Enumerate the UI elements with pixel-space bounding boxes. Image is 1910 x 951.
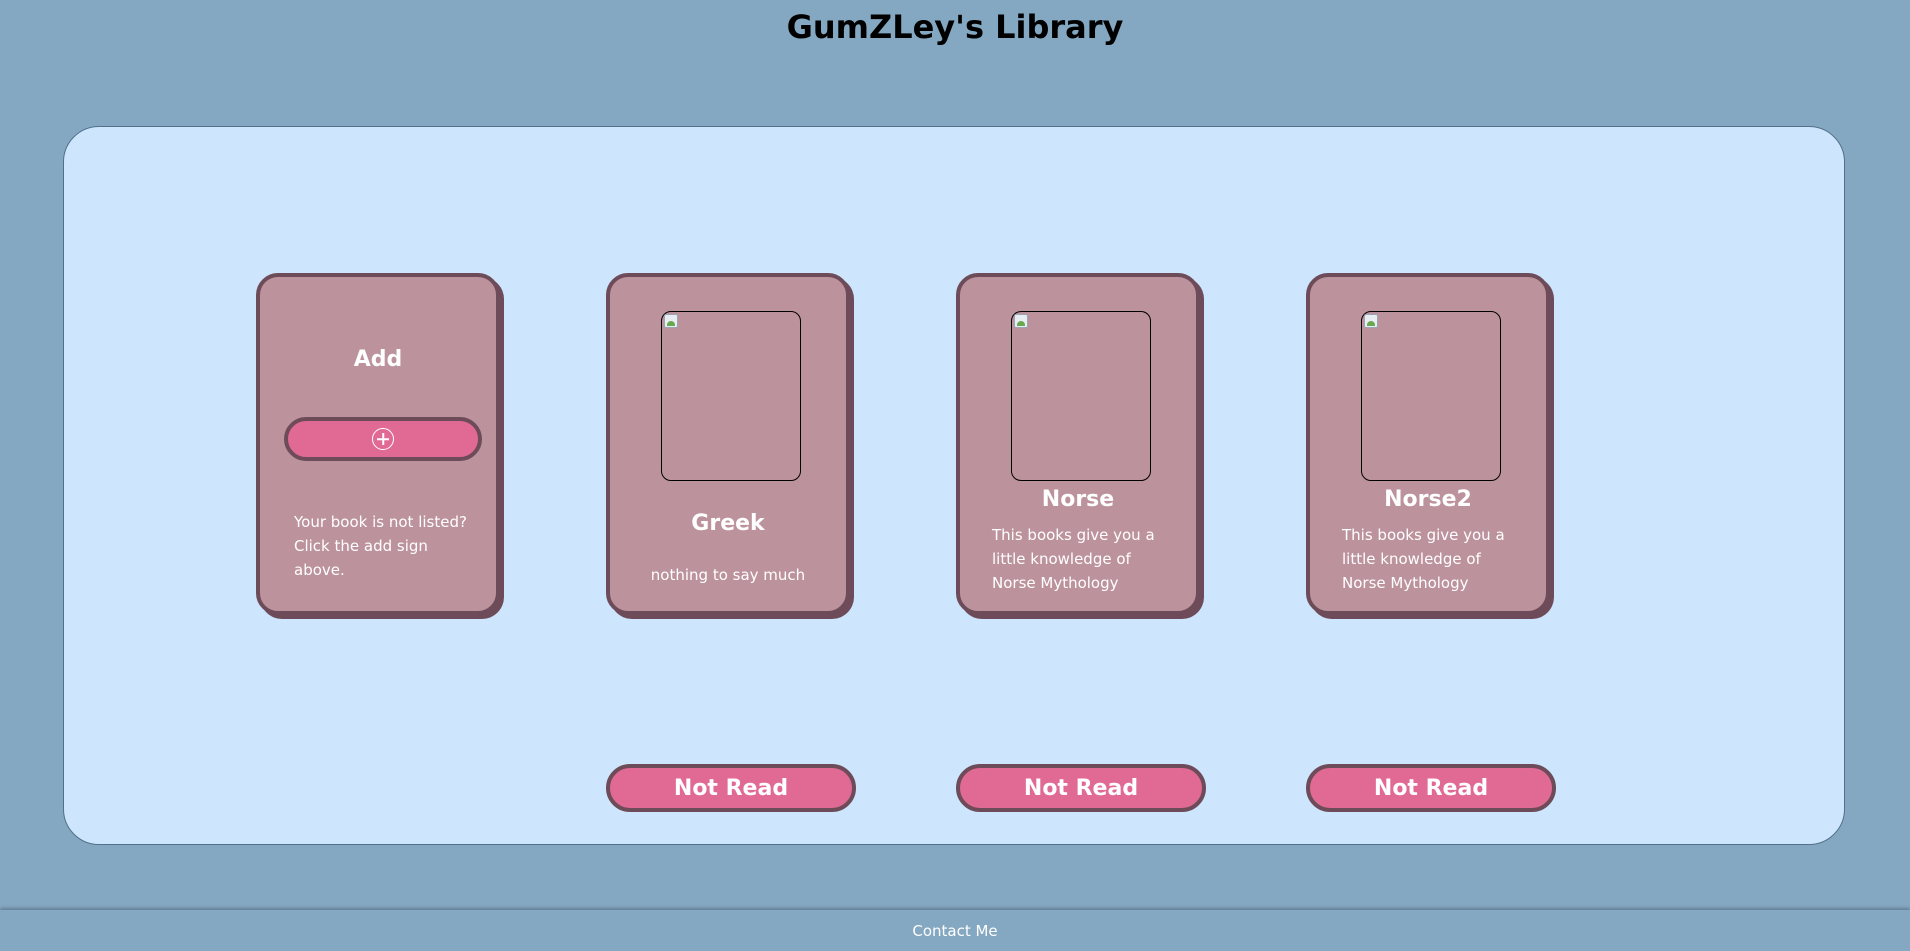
contact-me-link[interactable]: Contact Me (912, 922, 997, 940)
add-hint-text: Your book is not listed? Click the add s… (294, 510, 474, 582)
plus-circle-icon (372, 428, 394, 450)
book-description: This books give you a little knowledge o… (1342, 526, 1505, 592)
add-hint-line: Click the add sign above. (294, 537, 428, 579)
book-card-norse: Norse This books give you a little knowl… (956, 273, 1200, 615)
book-title: Norse (1041, 487, 1115, 512)
broken-image-icon (1014, 314, 1028, 328)
broken-image-icon (1364, 314, 1378, 328)
footer: Contact Me (0, 910, 1910, 951)
broken-image-icon (664, 314, 678, 328)
read-status-button[interactable]: Not Read (956, 764, 1206, 812)
add-book-card: Add Your book is not listed? Click the a… (256, 273, 500, 615)
library-panel: Add Your book is not listed? Click the a… (63, 126, 1845, 845)
page-title: GumZLey's Library (786, 8, 1124, 46)
book-card-greek: Greek nothing to say much (606, 273, 850, 615)
add-book-button[interactable] (284, 417, 482, 461)
book-cover-image (1361, 311, 1501, 481)
book-description: nothing to say much (650, 566, 806, 584)
read-status-button[interactable]: Not Read (1306, 764, 1556, 812)
book-description: This books give you a little knowledge o… (992, 526, 1155, 592)
book-cover-image (1011, 311, 1151, 481)
book-card-norse2: Norse2 This books give you a little know… (1306, 273, 1550, 615)
read-status-button[interactable]: Not Read (606, 764, 856, 812)
add-hint-line: Your book is not listed? (294, 513, 467, 531)
book-title: Greek (691, 511, 765, 536)
book-cover-image (661, 311, 801, 481)
book-title: Norse2 (1384, 487, 1472, 512)
add-card-title: Add (353, 347, 403, 372)
